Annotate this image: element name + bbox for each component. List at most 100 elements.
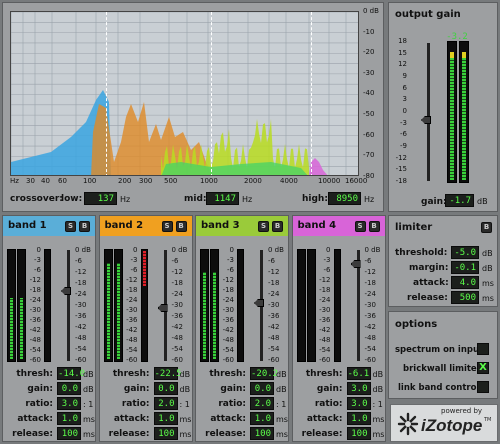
band-threshold-fader-knob[interactable] — [61, 287, 71, 295]
band-bypass-button[interactable]: B — [79, 221, 90, 232]
band-meter-scale-label: -6 — [130, 266, 138, 274]
output-scale-label: 15 — [398, 48, 407, 57]
crossover-marker-high[interactable] — [311, 12, 312, 175]
limiter-attack-label: attack: — [413, 278, 449, 288]
db-tick-label: 0 dB — [363, 7, 379, 15]
band-ratio-field[interactable]: 2.0 — [250, 397, 274, 410]
band-threshold-fader-knob[interactable] — [157, 304, 168, 312]
high-crossover-field[interactable]: 8950 — [328, 192, 361, 205]
band-thresh-field[interactable]: -20.2 — [250, 367, 278, 380]
output-gain-field[interactable]: -1.7 — [445, 194, 474, 207]
band-fader-scale-label: -24 — [171, 289, 183, 298]
band-meter-scale-label: -18 — [126, 286, 138, 294]
limiter-release-field[interactable]: 500 — [451, 291, 479, 304]
band-fader-scale-label: -30 — [268, 300, 280, 309]
crossover-marker-mid[interactable] — [211, 12, 212, 175]
band-gain-label: gain: — [316, 384, 343, 394]
band-thresh-field[interactable]: -22.5 — [153, 367, 182, 380]
band-thresh-field[interactable]: -14.0 — [57, 367, 85, 380]
band-threshold-fader-track[interactable] — [67, 250, 70, 361]
band-attack-field[interactable]: 1.0 — [57, 412, 81, 425]
band-fader-scale-label: -48 — [364, 333, 376, 342]
band-thresh-unit: dB — [372, 370, 384, 379]
freq-tick-label: 500 — [164, 177, 178, 185]
band-fader-scale-label: -60 — [364, 355, 376, 364]
band-meter-scale-label: -42 — [222, 326, 234, 334]
limiter-bypass-button[interactable]: B — [481, 222, 492, 233]
band-attack-field[interactable]: 1.0 — [346, 412, 371, 425]
band-attack-field[interactable]: 1.0 — [250, 412, 274, 425]
band-ratio-unit: : 1 — [276, 400, 287, 409]
band-fader-scale-label: 0 dB — [75, 246, 91, 254]
band-meter-scale-label: -3 — [323, 256, 331, 264]
band-bypass-button[interactable]: B — [175, 221, 187, 232]
band-meter-scale-label: -18 — [319, 286, 331, 294]
band-thresh-field[interactable]: -6.1 — [346, 367, 371, 380]
db-tick-label: -30 — [363, 68, 375, 77]
band-gain-unit: dB — [372, 385, 384, 394]
band-meter-scale-label: -60 — [222, 356, 234, 364]
output-gain-fader-track[interactable] — [427, 43, 430, 181]
spectrum-on-input-checkbox[interactable] — [477, 343, 489, 355]
spectrum-panel: 0 dB -10 -20 -30 -40 -50 -60 -70 -80 Hz 30 40 60 100… — [2, 2, 384, 212]
freq-tick-label: 300 — [139, 177, 153, 185]
limiter-threshold-field[interactable]: -5.0 — [451, 246, 479, 259]
band-meter-scale-label: -48 — [319, 336, 331, 344]
band-release-field[interactable]: 100 — [153, 427, 178, 440]
band-gain-field[interactable]: 0.0 — [57, 382, 81, 395]
band-meter-scale-label: 0 — [229, 246, 234, 254]
low-crossover-field[interactable]: 137 — [84, 192, 117, 205]
band-release-field[interactable]: 100 — [346, 427, 371, 440]
limiter-title: limiter — [395, 222, 433, 233]
band-input-meter-fill — [213, 272, 216, 359]
limiter-attack-field[interactable]: 4.0 — [451, 276, 479, 289]
band-meter-scale-label: -18 — [29, 286, 41, 294]
band-ratio-field[interactable]: 2.0 — [153, 397, 178, 410]
band-meter-scale-label: -48 — [126, 336, 138, 344]
band-release-field[interactable]: 100 — [57, 427, 81, 440]
band-bypass-button[interactable]: B — [368, 221, 380, 232]
limiter-release-unit: ms — [482, 294, 494, 303]
band-solo-button[interactable]: S — [258, 221, 269, 232]
band-release-field[interactable]: 100 — [250, 427, 274, 440]
limiter-margin-field[interactable]: -0.1 — [451, 261, 479, 274]
output-gain-fader-knob[interactable] — [421, 116, 431, 124]
band-meter-scale-label: -54 — [126, 346, 138, 354]
db-tick-label: -20 — [363, 48, 375, 57]
izotope-logo[interactable]: powered by iZotope TM — [390, 404, 498, 442]
band-fader-scale-label: -42 — [75, 322, 87, 331]
crossover-marker-low[interactable] — [106, 12, 107, 175]
band-fader-scale-label: 0 dB — [268, 246, 284, 254]
freq-axis: Hz 30 40 60 100 200 300 500 1000 2000 4000 10000 160… — [10, 177, 370, 187]
band-solo-button[interactable]: S — [65, 221, 76, 232]
output-meter-right — [459, 41, 469, 183]
band-fader-scale-label: -24 — [268, 289, 280, 298]
band-input-meter — [306, 249, 316, 362]
band-ratio-label: ratio: — [218, 399, 246, 409]
band-meter-scale-label: -42 — [29, 326, 41, 334]
band-solo-button[interactable]: S — [354, 221, 366, 232]
band-ratio-field[interactable]: 3.0 — [346, 397, 371, 410]
band-panel-4: band 4 S B 0 -3 -6 -12 -18 -24 -30 -36 -42 -48 -54 -60… — [291, 215, 386, 442]
band-fader-scale-label: -54 — [268, 344, 280, 353]
band-ratio-field[interactable]: 3.0 — [57, 397, 81, 410]
band-attack-field[interactable]: 1.0 — [153, 412, 178, 425]
db-axis: 0 dB -10 -20 -30 -40 -50 -60 -70 -80 — [361, 7, 383, 180]
band-meter-scale-label: -6 — [227, 266, 234, 274]
band-solo-button[interactable]: S — [161, 221, 173, 232]
band-threshold-fader-knob[interactable] — [254, 299, 264, 307]
link-band-controls-checkbox[interactable] — [477, 381, 489, 393]
band-fader-scale-label: -12 — [364, 267, 376, 276]
band-gain-field[interactable]: 3.0 — [346, 382, 371, 395]
band-meter-scale-label: -18 — [222, 286, 234, 294]
freq-tick-label: 1000 — [200, 177, 218, 185]
band-gain-field[interactable]: 0.0 — [153, 382, 178, 395]
brickwall-limiter-checkbox[interactable]: X — [477, 362, 489, 374]
band-thresh-label: thresh: — [305, 369, 343, 379]
band-bypass-button[interactable]: B — [272, 221, 283, 232]
mid-crossover-field[interactable]: 1147 — [206, 192, 239, 205]
band-threshold-fader-knob[interactable] — [350, 260, 361, 268]
band-gain-field[interactable]: 0.0 — [250, 382, 274, 395]
band-input-meter — [7, 249, 16, 362]
band-gain-reduction-meter — [333, 249, 341, 362]
